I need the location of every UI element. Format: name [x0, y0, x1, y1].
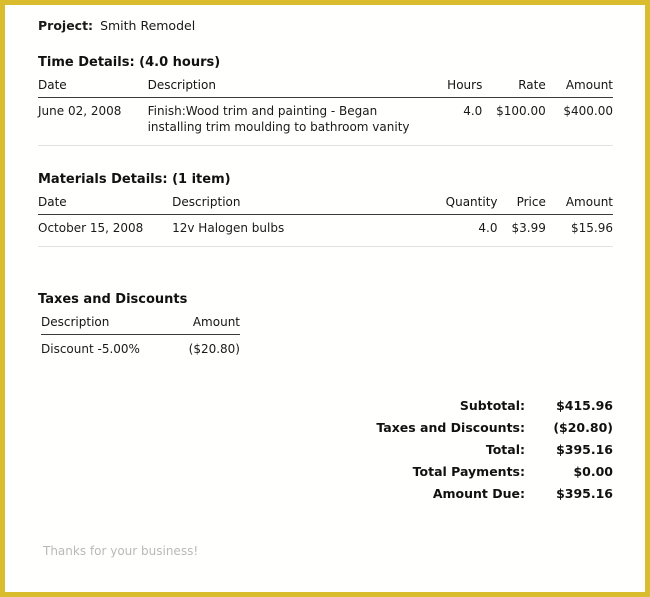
total-payments-label: Total Payments: — [412, 463, 525, 479]
invoice-body: Project: Smith Remodel Time Details: (4.0… — [5, 5, 645, 592]
totals-summary: Subtotal: $415.96 Taxes and Discounts: (… — [376, 394, 613, 504]
total-label: Total: — [485, 441, 525, 457]
materials-details-table: Date Description Quantity Price Amount O… — [38, 195, 613, 247]
cell-amount: ($20.80) — [188, 342, 240, 356]
column-header-date: Date — [38, 195, 173, 215]
project-name: Smith Remodel — [100, 18, 196, 33]
cell-quantity: 4.0 — [428, 214, 498, 247]
subtotal-label: Subtotal: — [459, 397, 525, 413]
taxes-and-discounts-value: ($20.80) — [553, 419, 613, 435]
total-payments-value: $0.00 — [573, 463, 613, 479]
cell-amount: $15.96 — [545, 214, 613, 247]
time-details-title: Time Details: (4.0 hours) — [38, 55, 221, 70]
cell-description: Discount -5.00% — [41, 342, 140, 356]
project-line: Project: Smith Remodel — [38, 18, 195, 33]
column-header-date: Date — [38, 78, 148, 98]
time-details-table: Date Description Hours Rate Amount June … — [38, 78, 613, 146]
cell-amount: $400.00 — [545, 97, 613, 146]
table-row: June 02, 2008 Finish:Wood trim and paint… — [38, 97, 613, 146]
totals-row-taxes-and-discounts: Taxes and Discounts: ($20.80) — [376, 416, 613, 438]
cell-rate: $100.00 — [482, 97, 546, 146]
table-row: October 15, 2008 12v Halogen bulbs 4.0 $… — [38, 214, 613, 247]
table-row: Discount -5.00% ($20.80) — [41, 335, 240, 358]
taxes-and-discounts-label: Taxes and Discounts: — [376, 419, 525, 435]
amount-due-label: Amount Due: — [432, 485, 525, 501]
column-header-amount: Amount — [545, 78, 613, 98]
cell-date: June 02, 2008 — [38, 97, 148, 146]
totals-row-total-payments: Total Payments: $0.00 — [376, 460, 613, 482]
cell-hours: 4.0 — [425, 97, 483, 146]
cell-description: 12v Halogen bulbs — [172, 214, 429, 247]
column-header-amount: Amount — [545, 195, 613, 215]
project-label: Project: — [38, 18, 94, 33]
footer-note: Thanks for your business! — [43, 544, 199, 558]
column-header-price: Price — [497, 195, 546, 215]
column-header-description: Description — [147, 78, 426, 98]
column-header-hours: Hours — [425, 78, 483, 98]
cell-description: Finish:Wood trim and painting - Began in… — [147, 97, 426, 146]
taxes-and-discounts-title: Taxes and Discounts — [38, 292, 188, 307]
subtotal-value: $415.96 — [556, 397, 613, 413]
column-header-description: Description — [41, 315, 165, 335]
table-header-row: Description Amount — [41, 315, 240, 335]
total-value: $395.16 — [556, 441, 613, 457]
column-header-rate: Rate — [482, 78, 546, 98]
amount-due-value: $395.16 — [556, 485, 613, 501]
column-header-description: Description — [172, 195, 429, 215]
table-header-row: Date Description Hours Rate Amount — [38, 78, 613, 98]
totals-row-subtotal: Subtotal: $415.96 — [376, 394, 613, 416]
cell-date: October 15, 2008 — [38, 214, 173, 247]
cell-price: $3.99 — [497, 214, 546, 247]
totals-row-total: Total: $395.16 — [376, 438, 613, 460]
materials-details-title: Materials Details: (1 item) — [38, 172, 231, 187]
column-header-amount: Amount — [165, 315, 240, 335]
table-header-row: Date Description Quantity Price Amount — [38, 195, 613, 215]
taxes-and-discounts-table: Description Amount Discount -5.00% ($20.… — [41, 315, 240, 358]
column-header-quantity: Quantity — [428, 195, 498, 215]
totals-row-amount-due: Amount Due: $395.16 — [376, 482, 613, 504]
invoice-page: Project: Smith Remodel Time Details: (4.0… — [0, 0, 650, 597]
